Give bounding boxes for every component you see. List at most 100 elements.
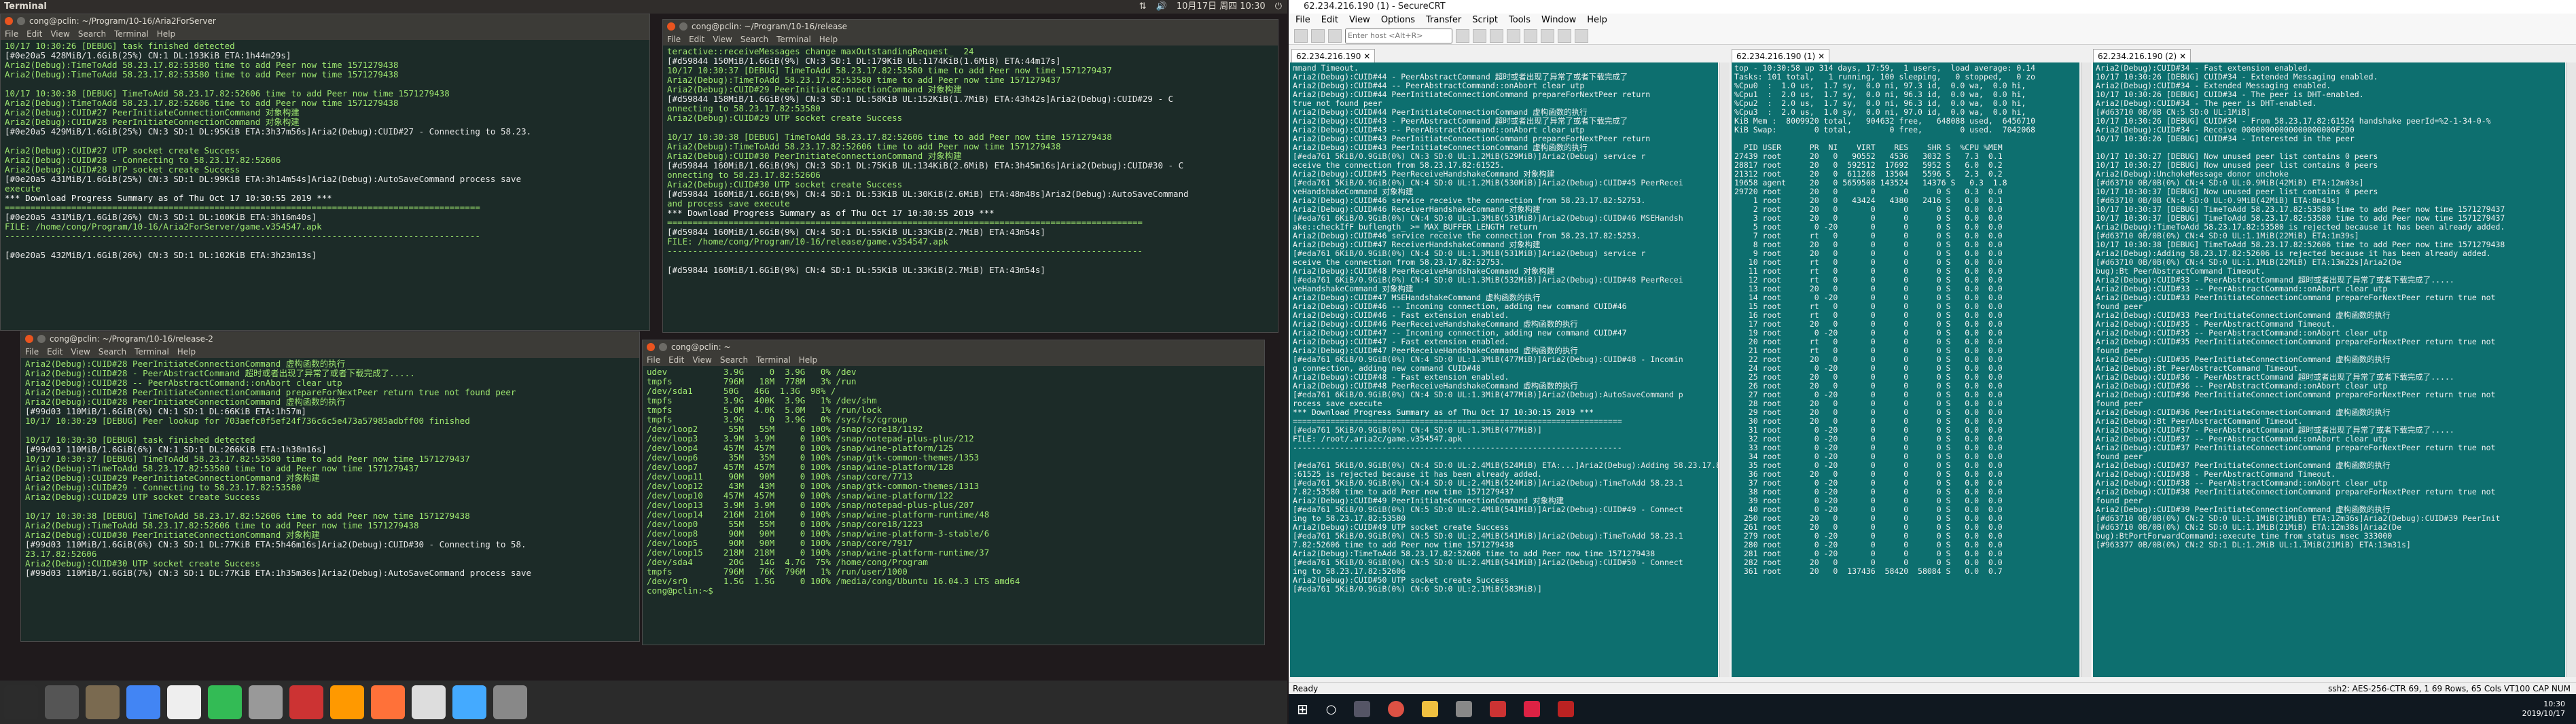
close-icon[interactable] — [647, 343, 655, 351]
keymap-icon[interactable] — [1541, 29, 1554, 43]
menu-item-edit[interactable]: Edit — [668, 354, 684, 366]
scrollbar[interactable] — [2566, 62, 2576, 677]
amazon-icon[interactable] — [330, 685, 364, 719]
menu-item-terminal[interactable]: Terminal — [756, 354, 791, 366]
minimize-icon[interactable] — [37, 335, 46, 343]
search-icon[interactable]: ○ — [1326, 702, 1337, 717]
menu-item-terminal[interactable]: Terminal — [776, 33, 811, 46]
minimize-icon[interactable] — [17, 17, 25, 25]
reconnect-icon[interactable] — [1328, 29, 1342, 43]
drive-icon[interactable] — [493, 685, 527, 719]
print-icon[interactable] — [1507, 29, 1520, 43]
menu-item-help[interactable]: Help — [1587, 14, 1607, 27]
connect-icon[interactable] — [1294, 29, 1308, 43]
menu-item-view[interactable]: View — [1349, 14, 1370, 27]
terminal-window-aria2forserver[interactable]: cong@pclin: ~/Program/10-16/Aria2ForServ… — [0, 14, 650, 331]
session-pane-1[interactable]: mmand Timeout. Aria2(Debug):CUID#44 - Pee… — [1290, 62, 1718, 677]
menu-item-file[interactable]: File — [25, 346, 39, 358]
session-output[interactable]: Aria2(Debug):CUID#34 - Fast extension en… — [2093, 62, 2565, 551]
find-icon[interactable] — [1490, 29, 1503, 43]
menu-item-terminal[interactable]: Terminal — [114, 28, 149, 40]
menu-item-view[interactable]: View — [692, 354, 711, 366]
text-editor-icon[interactable] — [167, 685, 201, 719]
paste-icon[interactable] — [1473, 29, 1486, 43]
close-icon[interactable] — [5, 17, 13, 25]
help-icon[interactable] — [1575, 29, 1588, 43]
menu-bar[interactable]: File Edit View Search Terminal Help — [643, 354, 1264, 366]
menu-item-file[interactable]: File — [5, 28, 18, 40]
terminal-output[interactable]: udev 3.9G 0 3.9G 0% /dev tmpfs 796M 18M 7… — [643, 366, 1264, 597]
menu-item-window[interactable]: Window — [1541, 14, 1576, 27]
menu-item-view[interactable]: View — [50, 28, 69, 40]
menu-item-help[interactable]: Help — [177, 346, 196, 358]
scrollbar[interactable] — [1719, 62, 1730, 677]
crt-titlebar[interactable]: 62.234.216.190 (1) - SecureCRT — [1289, 0, 2576, 14]
network-icon[interactable]: ⇅ — [1139, 0, 1147, 14]
session-tab-3[interactable]: 62.234.216.190 (2) ✕ — [2093, 49, 2192, 64]
terminal-output[interactable]: 10/17 10:30:26 [DEBUG] task finished det… — [1, 40, 649, 261]
session-output[interactable]: top - 10:30:58 up 314 days, 17:59, 1 use… — [1732, 62, 2079, 577]
menu-item-search[interactable]: Search — [720, 354, 748, 366]
system-tray[interactable]: ⇅ 🔊 10月17日 周四 10:30 ⏻ — [1139, 0, 1282, 14]
menu-item-terminal[interactable]: Terminal — [135, 346, 169, 358]
securecrt-window[interactable]: 62.234.216.190 (1) - SecureCRT File Edit V… — [1289, 0, 2576, 724]
session-tab-2[interactable]: 62.234.216.190 (1) ✕ — [1732, 49, 1830, 64]
window-titlebar[interactable]: cong@pclin: ~/Program/10-16/Aria2ForServ… — [1, 14, 649, 28]
crt-menu-bar[interactable]: File Edit View Options Transfer Script Tools Wi… — [1289, 14, 2576, 27]
menu-item-file[interactable]: File — [647, 354, 660, 366]
settings-icon[interactable] — [289, 685, 323, 719]
securecrt-icon[interactable] — [1456, 701, 1473, 717]
terminal-output[interactable]: Aria2(Debug):CUID#28 PeerInitiateConnect… — [21, 358, 639, 579]
menu-item-help[interactable]: Help — [799, 354, 817, 366]
menu-bar[interactable]: File Edit View Search Terminal Help — [663, 33, 1278, 46]
session-pane-2[interactable]: top - 10:30:58 up 314 days, 17:59, 1 use… — [1732, 62, 2079, 677]
draw-icon[interactable] — [452, 685, 486, 719]
clock[interactable]: 10月17日 周四 10:30 — [1177, 0, 1266, 14]
firefox-icon[interactable] — [371, 685, 405, 719]
app-icon[interactable] — [1490, 701, 1507, 717]
notes-icon[interactable] — [412, 685, 446, 719]
session-output[interactable]: mmand Timeout. Aria2(Debug):CUID#44 - Pee… — [1290, 62, 1718, 595]
window-titlebar[interactable]: cong@pclin: ~ — [643, 340, 1264, 354]
terminal-output[interactable]: teractive::receiveMessages change maxOut… — [663, 46, 1278, 276]
menu-item-script[interactable]: Script — [1472, 14, 1498, 27]
terminal-window-home[interactable]: cong@pclin: ~ File Edit View Search Terminal… — [642, 340, 1265, 645]
menu-item-transfer[interactable]: Transfer — [1426, 14, 1461, 27]
menu-item-edit[interactable]: Edit — [26, 28, 42, 40]
explorer-icon[interactable] — [1422, 701, 1439, 717]
menu-item-file[interactable]: File — [667, 33, 681, 46]
power-icon[interactable]: ⏻ — [1275, 0, 1282, 14]
menu-item-help[interactable]: Help — [157, 28, 175, 40]
scrollbar[interactable] — [2081, 62, 2091, 677]
session-tab-1[interactable]: 62.234.216.190 ✕ — [1291, 49, 1376, 64]
terminal-window-release-2[interactable]: cong@pclin: ~/Program/10-16/release-2 Fi… — [20, 331, 640, 642]
menu-item-view[interactable]: View — [713, 33, 732, 46]
menu-item-search[interactable]: Search — [99, 346, 126, 358]
volume-icon[interactable]: 🔊 — [1156, 0, 1167, 14]
chrome-icon[interactable] — [126, 685, 160, 719]
menu-bar[interactable]: File Edit View Search Terminal Help — [1, 28, 649, 40]
menu-item-edit[interactable]: Edit — [1321, 14, 1338, 27]
windows-start-icon[interactable]: ⊞ — [1297, 701, 1308, 717]
copy-icon[interactable] — [1456, 29, 1469, 43]
close-icon[interactable] — [25, 335, 33, 343]
window-titlebar[interactable]: cong@pclin: ~/Program/10-16/release-2 — [21, 332, 639, 346]
settings-icon[interactable] — [1524, 29, 1537, 43]
calculator-icon[interactable] — [249, 685, 283, 719]
disk-icon[interactable] — [45, 685, 79, 719]
app-icon[interactable] — [1524, 701, 1541, 717]
app-icon[interactable] — [1558, 701, 1575, 717]
menu-bar[interactable]: File Edit View Search Terminal Help — [21, 346, 639, 358]
minimize-icon[interactable] — [679, 22, 687, 31]
menu-item-search[interactable]: Search — [78, 28, 106, 40]
menu-item-view[interactable]: View — [71, 346, 90, 358]
menu-item-options[interactable]: Options — [1381, 14, 1415, 27]
sftp-icon[interactable] — [1558, 29, 1571, 43]
system-clock[interactable]: 10:30 2019/10/17 — [2522, 700, 2565, 719]
host-input[interactable] — [1345, 28, 1452, 43]
menu-item-search[interactable]: Search — [740, 33, 768, 46]
quick-connect-icon[interactable] — [1311, 29, 1325, 43]
menu-item-edit[interactable]: Edit — [47, 346, 62, 358]
menu-item-edit[interactable]: Edit — [689, 33, 704, 46]
files-icon[interactable] — [86, 685, 120, 719]
